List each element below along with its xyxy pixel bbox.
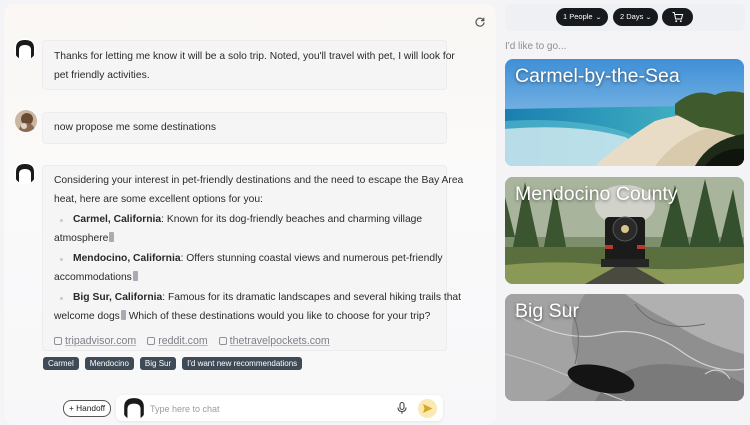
chevron-down-icon: ⌄ xyxy=(645,15,653,21)
citation-marker[interactable] xyxy=(109,231,115,242)
source-link-reddit[interactable]: reddit.com xyxy=(147,335,208,347)
assistant-avatar xyxy=(14,38,36,60)
destination-card-carmel[interactable]: Carmel-by-the-Sea xyxy=(505,59,744,166)
trip-options-bar: 1 People ⌄ 2 Days ⌄ xyxy=(505,4,745,31)
source-link-tripadvisor[interactable]: tripadvisor.com xyxy=(54,335,136,347)
destinations-panel: 1 People ⌄ 2 Days ⌄ I'd like to go... Ca… xyxy=(505,4,750,425)
source-label: tripadvisor.com xyxy=(65,335,137,347)
destinations-heading: I'd like to go... xyxy=(505,41,567,52)
bullet-text: accommodations xyxy=(54,271,132,283)
destination-title: Mendocino County xyxy=(515,183,678,205)
bullet-text: Which of these destinations would you li… xyxy=(125,310,431,322)
people-dropdown[interactable]: 1 People ⌄ xyxy=(556,8,608,26)
days-value: 2 Days xyxy=(620,12,644,21)
user-message: now propose me some destinations xyxy=(42,112,447,144)
message-line: pet friendly activities. xyxy=(54,69,150,81)
send-icon xyxy=(423,404,433,413)
destination-title: Big Sur xyxy=(515,300,579,322)
assistant-message: Thanks for letting me know it will be a … xyxy=(42,40,455,90)
destination-bullet: Carmel, California: Known for its dog-fr… xyxy=(54,211,435,230)
destination-name: Carmel, California xyxy=(73,214,162,225)
bullet-text: : Famous for its dramatic landscapes and… xyxy=(162,292,462,303)
message-line: Considering your interest in pet-friendl… xyxy=(54,175,464,186)
microphone-icon[interactable] xyxy=(395,401,409,415)
destination-title: Carmel-by-the-Sea xyxy=(515,65,680,87)
citation-marker[interactable] xyxy=(132,270,138,281)
bullet-text: : Known for its dog-friendly beaches and… xyxy=(161,214,423,225)
destination-card-mendocino[interactable]: Mendocino County xyxy=(505,177,744,284)
bullet-text: atmosphere xyxy=(54,232,109,244)
suggestion-chips: Carmel Mendocino Big Sur I'd want new re… xyxy=(43,357,303,370)
external-link-icon xyxy=(147,337,156,345)
destination-name: Big Sur, California xyxy=(73,292,163,303)
assistant-avatar xyxy=(14,162,36,184)
suggestion-chip-new-recommendations[interactable]: I'd want new recommendations xyxy=(182,357,303,370)
message-line: now propose me some destinations xyxy=(54,122,216,133)
destination-bullet: Mendocino, California: Offers stunning c… xyxy=(54,250,443,269)
destination-bullet: Big Sur, California: Famous for its dram… xyxy=(54,289,461,308)
user-avatar xyxy=(15,110,37,132)
cart-icon xyxy=(672,12,684,23)
cart-button[interactable] xyxy=(662,8,693,26)
people-value: 1 People xyxy=(563,12,593,21)
external-link-icon xyxy=(218,337,227,345)
send-button[interactable] xyxy=(418,399,437,418)
source-label: reddit.com xyxy=(158,335,208,347)
suggestion-chip-mendocino[interactable]: Mendocino xyxy=(84,357,134,370)
suggestion-chip-big-sur[interactable]: Big Sur xyxy=(139,357,177,370)
bullet-text: : Offers stunning coastal views and nume… xyxy=(180,253,443,264)
source-label: thetravelpockets.com xyxy=(229,335,330,347)
chat-panel: Thanks for letting me know it will be a … xyxy=(4,4,496,425)
source-links: tripadvisor.com reddit.com thetravelpock… xyxy=(54,335,338,347)
destination-card-big-sur[interactable]: Big Sur xyxy=(505,294,744,401)
chat-input[interactable] xyxy=(148,401,382,417)
bullet-text: welcome dogs xyxy=(54,310,120,322)
assistant-message: Considering your interest in pet-friendl… xyxy=(42,165,464,351)
days-dropdown[interactable]: 2 Days ⌄ xyxy=(613,8,659,26)
refresh-icon[interactable] xyxy=(474,16,486,28)
chevron-down-icon: ⌄ xyxy=(594,15,602,21)
message-line: Thanks for letting me know it will be a … xyxy=(54,51,455,62)
external-link-icon xyxy=(54,337,62,345)
chat-composer xyxy=(116,395,443,421)
destination-name: Mendocino, California xyxy=(73,253,181,264)
assistant-avatar xyxy=(122,396,146,420)
message-line: heat, here are some excellent options fo… xyxy=(54,193,263,205)
suggestion-chip-carmel[interactable]: Carmel xyxy=(43,357,79,370)
handoff-button[interactable]: + Handoff xyxy=(63,400,112,417)
source-link-thetravelpockets[interactable]: thetravelpockets.com xyxy=(218,335,330,347)
